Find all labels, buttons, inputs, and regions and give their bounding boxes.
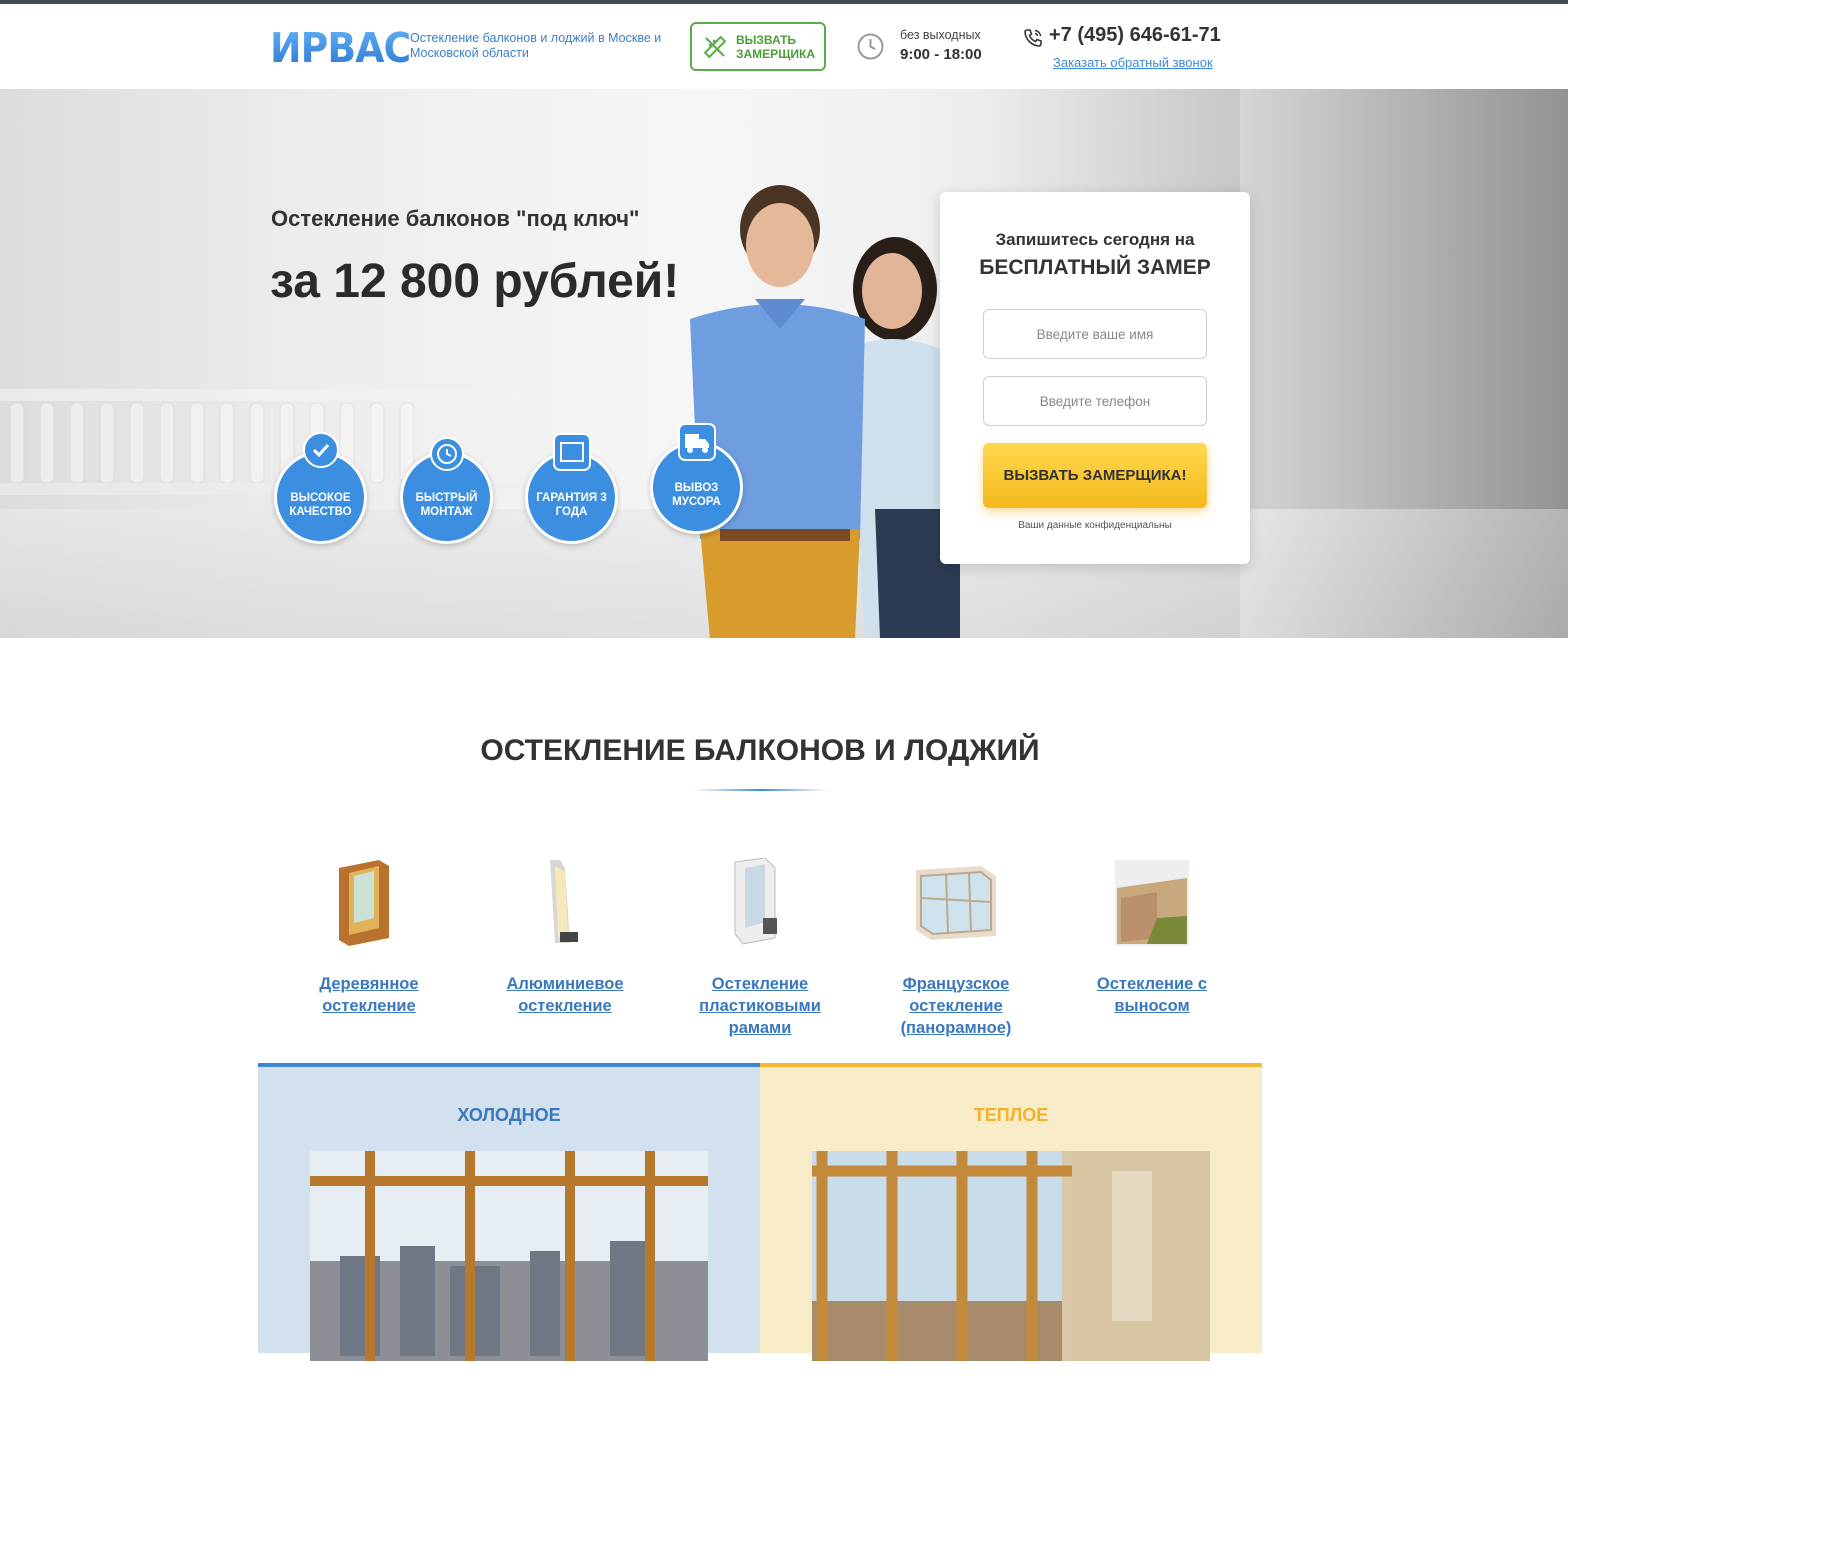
- calendar-icon: [552, 433, 591, 471]
- type-french-link[interactable]: Французское остекление (панорамное): [871, 973, 1041, 1039]
- cold-balcony-photo: [310, 1151, 708, 1361]
- type-aluminium-link[interactable]: Алюминиевое остекление: [480, 973, 650, 1017]
- type-wooden[interactable]: Деревянное остекление: [284, 858, 454, 1017]
- aluminium-frame-image: [550, 860, 578, 943]
- type-aluminium[interactable]: Алюминиевое остекление: [480, 858, 650, 1017]
- hero-section: Остекление балконов "под ключ" за 12 800…: [0, 89, 1568, 638]
- panel-warm-label: Теплое: [973, 1105, 1049, 1125]
- hours-label: без выходных: [900, 28, 981, 42]
- site-header: ИРВАС Остекление балконов и лоджий в Мос…: [0, 4, 1568, 89]
- phone-input[interactable]: [983, 376, 1207, 426]
- measure-request-form: Запишитесь сегодня на БЕСПЛАТНЫЙ ЗАМЕР В…: [940, 192, 1250, 564]
- call-measurer-button[interactable]: Вызвать замерщика: [690, 22, 826, 71]
- hours-value: 9:00 - 18:00: [900, 46, 982, 63]
- warm-balcony-photo: [812, 1151, 1210, 1361]
- badge-trash-removal: Вывоз мусора: [650, 423, 743, 534]
- award-icon: [302, 432, 339, 468]
- type-french[interactable]: Французское остекление (панорамное): [871, 858, 1041, 1039]
- couple-photo: [690, 185, 960, 638]
- call-measurer-label: Вызвать замерщика: [736, 32, 816, 61]
- panel-warm[interactable]: Теплое: [760, 1063, 1262, 1361]
- type-plastic[interactable]: Остекление пластиковыми рамами: [675, 857, 845, 1039]
- type-plastic-link[interactable]: Остекление пластиковыми рамами: [675, 973, 845, 1039]
- callback-link[interactable]: Заказать обратный звонок: [1053, 55, 1213, 70]
- hero-subtitle: Остекление балконов "под ключ": [271, 206, 640, 231]
- glazing-section-title: ОСТЕКЛЕНИЕ БАЛКОНОВ И ЛОДЖИЙ: [480, 734, 1040, 767]
- tagline: Остекление балконов и лоджий в Москве и …: [410, 31, 662, 60]
- glass-door-image: [1240, 89, 1568, 638]
- wooden-frame-image: [339, 860, 389, 946]
- badge-fast-install: Быстрый монтаж: [400, 437, 493, 544]
- logo[interactable]: ИРВАС: [270, 24, 411, 72]
- name-input[interactable]: [983, 309, 1207, 359]
- type-extended-link[interactable]: Остекление с выносом: [1067, 973, 1237, 1017]
- type-extended[interactable]: Остекление с выносом: [1067, 858, 1237, 1017]
- ruler-pencil-icon: [703, 35, 727, 58]
- clock-icon: [857, 33, 884, 60]
- badge-trash-removal-label: Вывоз мусора: [672, 481, 721, 508]
- section-divider: [693, 789, 829, 791]
- hero-price-title: за 12 800 рублей!: [270, 255, 680, 308]
- truck-icon: [677, 423, 716, 461]
- badge-warranty: Гарантия 3 года: [525, 433, 618, 544]
- privacy-note: Ваши данные конфиденциальны: [1018, 520, 1172, 531]
- panel-cold-label: Холодное: [457, 1105, 561, 1125]
- badge-warranty-label: Гарантия 3 года: [536, 491, 607, 518]
- type-wooden-link[interactable]: Деревянное остекление: [284, 973, 454, 1017]
- extended-balcony-image: [1115, 860, 1189, 946]
- panel-cold[interactable]: Холодное: [258, 1063, 760, 1361]
- form-title-line2: БЕСПЛАТНЫЙ ЗАМЕР: [979, 256, 1211, 279]
- plastic-frame-image: [734, 857, 777, 945]
- submit-measure-button[interactable]: Вызвать замерщика!: [983, 443, 1207, 508]
- phone-number[interactable]: +7 (495) 646-61-71: [1049, 24, 1221, 47]
- badge-quality-label: Высокое качество: [289, 491, 352, 518]
- stopwatch-icon: [429, 437, 464, 471]
- phone-icon: [1024, 29, 1042, 47]
- badge-fast-install-label: Быстрый монтаж: [415, 491, 478, 518]
- badge-quality: Высокое качество: [274, 432, 367, 544]
- form-title-line1: Запишитесь сегодня на: [995, 230, 1195, 249]
- french-window-image: [916, 866, 996, 940]
